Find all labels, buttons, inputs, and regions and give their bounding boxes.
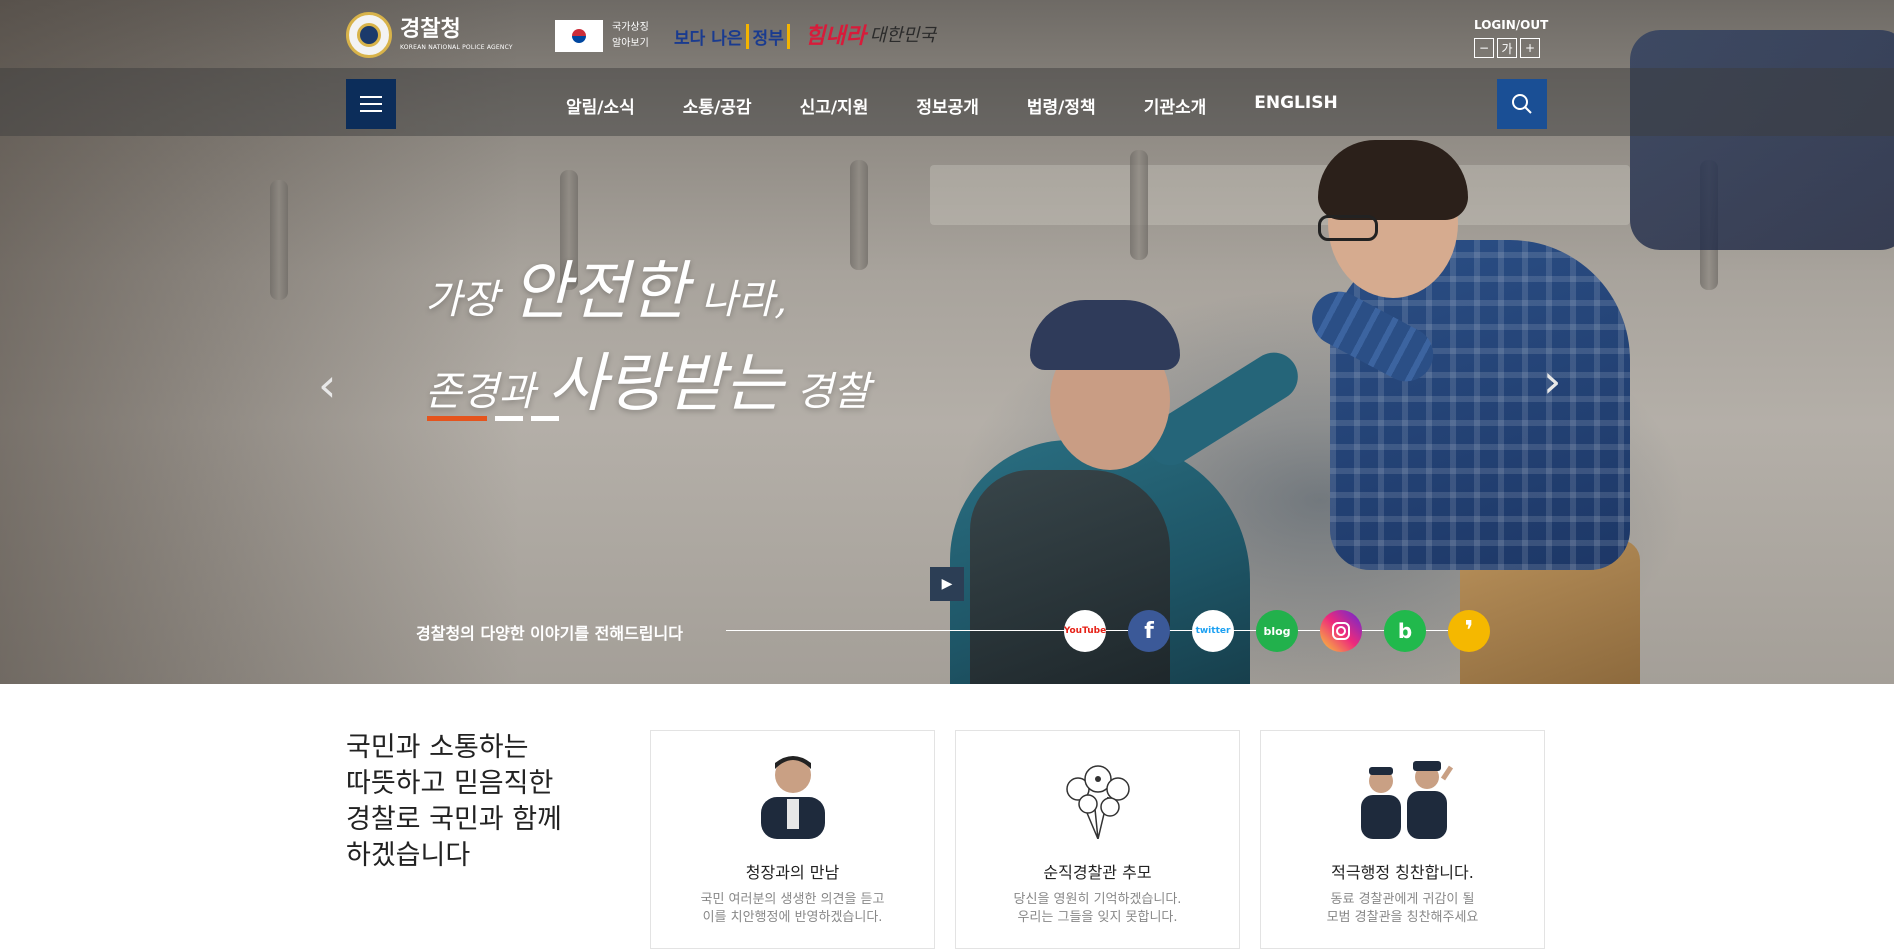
boy-hair <box>1318 140 1468 220</box>
font-increase-button[interactable]: + <box>1520 38 1540 58</box>
bollard <box>1130 150 1148 260</box>
card-description: 국민 여러분의 생생한 의견을 듣고 이를 치안행정에 반영하겠습니다. <box>700 892 885 925</box>
logo-title: 경찰청 <box>400 17 461 42</box>
nav-item-communication[interactable]: 소통/공감 <box>683 93 752 118</box>
card-title: 청장과의 만남 <box>745 863 840 882</box>
slide-indicator-2[interactable] <box>495 416 523 421</box>
better-government-logo[interactable]: 보다 나은 정부 <box>674 16 790 56</box>
twitter-icon[interactable]: twitter <box>1192 610 1234 652</box>
site-logo[interactable]: 경찰청 KOREAN NATIONAL POLICE AGENCY <box>346 12 513 58</box>
band-icon[interactable]: b <box>1384 610 1426 652</box>
instagram-icon[interactable] <box>1320 610 1362 652</box>
youtube-icon[interactable]: YouTube <box>1064 610 1106 652</box>
all-menu-button[interactable] <box>346 79 396 129</box>
chrysanthemum-icon <box>1066 765 1130 839</box>
card-description: 당신을 영원히 기억하겠습니다. 우리는 그들을 잊지 못합니다. <box>1013 892 1182 925</box>
slide-indicator-1[interactable] <box>427 416 487 421</box>
blog-icon[interactable]: blog <box>1256 610 1298 652</box>
facebook-icon[interactable]: f <box>1128 610 1170 652</box>
login-link[interactable]: LOGIN/OUT <box>1474 18 1548 32</box>
officer-cap <box>1030 300 1180 370</box>
font-size-control: − 가 + <box>1474 38 1540 58</box>
nav-item-english[interactable]: ENGLISH <box>1254 93 1337 118</box>
saluting-officers-icon <box>1361 761 1453 839</box>
top-header: 경찰청 KOREAN NATIONAL POLICE AGENCY 국가상징 알… <box>0 0 1894 68</box>
card-proactive-praise[interactable]: 적극행정 칭찬합니다. 동료 경찰관에게 귀감이 될 모범 경찰관을 칭찬해주세… <box>1260 730 1545 949</box>
search-icon <box>1512 94 1532 114</box>
prev-slide-arrow-icon[interactable]: ‹ <box>318 358 336 412</box>
sns-caption: 경찰청의 다양한 이야기를 전해드립니다 <box>416 624 683 643</box>
card-fallen-officers-memorial[interactable]: 순직경찰관 추모 당신을 영원히 기억하겠습니다. 우리는 그들을 잊지 못합니… <box>955 730 1240 949</box>
card-title: 순직경찰관 추모 <box>1043 863 1152 882</box>
nav-item-law-policy[interactable]: 법령/정책 <box>1027 93 1096 118</box>
play-button[interactable]: ▶ <box>930 567 964 601</box>
logo-subtitle: KOREAN NATIONAL POLICE AGENCY <box>400 44 513 51</box>
hero-background-curb <box>930 165 1630 225</box>
card-commissioner-meeting[interactable]: 청장과의 만남 국민 여러분의 생생한 의견을 듣고 이를 치안행정에 반영하겠… <box>650 730 935 949</box>
play-icon: ▶ <box>941 576 953 592</box>
main-nav: 알림/소식 소통/공감 신고/지원 정보공개 법령/정책 기관소개 ENGLIS… <box>566 93 1386 118</box>
intro-message: 국민과 소통하는 따뜻하고 믿음직한 경찰로 국민과 함께 하겠습니다 <box>346 732 562 871</box>
nav-item-about[interactable]: 기관소개 <box>1144 93 1207 118</box>
search-button[interactable] <box>1497 79 1547 129</box>
bollard <box>270 180 288 300</box>
nav-item-report[interactable]: 신고/지원 <box>800 93 869 118</box>
card-title: 적극행정 칭찬합니다. <box>1331 863 1474 882</box>
font-decrease-button[interactable]: − <box>1474 38 1494 58</box>
kakao-story-icon[interactable]: ❜ <box>1448 610 1490 652</box>
police-emblem-icon <box>346 12 392 58</box>
hero-slogan: 가장 안전한 나라, 존경과 사랑받는 경찰 <box>425 255 870 421</box>
slide-indicators <box>427 416 559 421</box>
font-size-label: 가 <box>1497 38 1517 58</box>
sns-links: YouTube f twitter blog b ❜ <box>1064 610 1490 652</box>
cheer-up-korea-logo[interactable]: 힘내라 대한민국 <box>805 14 936 54</box>
nav-item-disclosure[interactable]: 정보공개 <box>916 93 979 118</box>
nav-item-news[interactable]: 알림/소식 <box>566 93 635 118</box>
commissioner-portrait-icon <box>761 756 825 839</box>
boy-glasses <box>1318 215 1378 241</box>
next-slide-arrow-icon[interactable]: › <box>1543 354 1561 408</box>
slide-indicator-3[interactable] <box>531 416 559 421</box>
national-symbol-link[interactable]: 국가상징 알아보기 <box>612 20 649 52</box>
card-description: 동료 경찰관에게 귀감이 될 모범 경찰관을 칭찬해주세요 <box>1326 892 1479 925</box>
taegukgi-flag-icon[interactable] <box>555 20 603 52</box>
